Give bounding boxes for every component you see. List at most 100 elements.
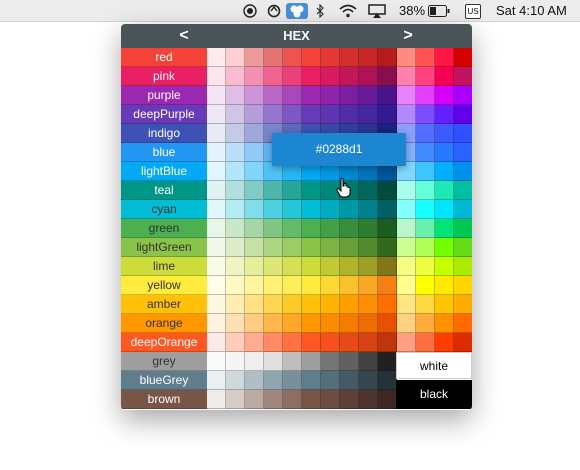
swatch-pink-8[interactable] [359,67,378,86]
swatch-lime-7[interactable] [340,257,359,276]
swatch-deepOrange-8[interactable] [359,333,378,352]
color-label-deepOrange[interactable]: deepOrange [121,333,207,352]
swatch-brown-0[interactable] [207,390,226,409]
swatch-purple-8[interactable] [359,86,378,105]
swatch-cyan-3[interactable] [264,200,283,219]
color-label-lime[interactable]: lime [121,257,207,276]
swatch-amber-5[interactable] [302,295,321,314]
swatch-teal-9[interactable] [378,181,397,200]
swatch-yellow-6[interactable] [321,276,340,295]
swatch-green-0[interactable] [207,219,226,238]
swatch-blueGrey-8[interactable] [359,371,378,390]
swatch-yellow-4[interactable] [283,276,302,295]
swatch-lightGreen-8[interactable] [359,238,378,257]
swatch-lightGreen-9[interactable] [378,238,397,257]
sync-icon[interactable] [266,3,282,19]
swatch-yellow-9[interactable] [378,276,397,295]
swatch-red-1[interactable] [226,48,245,67]
palette-app-icon[interactable] [286,3,308,19]
swatch-lime-13[interactable] [454,257,472,276]
color-label-yellow[interactable]: yellow [121,276,207,295]
swatch-grey-1[interactable] [226,352,245,371]
swatch-red-3[interactable] [264,48,283,67]
swatch-deepOrange-1[interactable] [226,333,245,352]
swatch-blue-11[interactable] [416,143,435,162]
swatch-green-3[interactable] [264,219,283,238]
color-label-deepPurple[interactable]: deepPurple [121,105,207,124]
swatch-brown-4[interactable] [283,390,302,409]
swatch-orange-0[interactable] [207,314,226,333]
swatch-grey-8[interactable] [359,352,378,371]
swatch-deepPurple-2[interactable] [245,105,264,124]
swatch-yellow-13[interactable] [454,276,472,295]
color-label-blue[interactable]: blue [121,143,207,162]
swatch-pink-13[interactable] [454,67,472,86]
swatch-green-13[interactable] [454,219,472,238]
swatch-amber-4[interactable] [283,295,302,314]
swatch-lime-9[interactable] [378,257,397,276]
swatch-grey-6[interactable] [321,352,340,371]
swatch-pink-0[interactable] [207,67,226,86]
swatch-deepPurple-3[interactable] [264,105,283,124]
swatch-amber-12[interactable] [435,295,454,314]
swatch-pink-11[interactable] [416,67,435,86]
swatch-amber-3[interactable] [264,295,283,314]
swatch-indigo-13[interactable] [454,124,472,143]
swatch-red-8[interactable] [359,48,378,67]
battery-icon[interactable] [427,3,451,19]
swatch-pink-3[interactable] [264,67,283,86]
swatch-yellow-0[interactable] [207,276,226,295]
swatch-deepOrange-7[interactable] [340,333,359,352]
swatch-teal-2[interactable] [245,181,264,200]
swatch-cyan-4[interactable] [283,200,302,219]
swatch-purple-9[interactable] [378,86,397,105]
swatch-purple-11[interactable] [416,86,435,105]
swatch-cyan-6[interactable] [321,200,340,219]
swatch-green-4[interactable] [283,219,302,238]
swatch-purple-6[interactable] [321,86,340,105]
next-format-button[interactable]: > [393,24,423,48]
swatch-orange-2[interactable] [245,314,264,333]
swatch-pink-6[interactable] [321,67,340,86]
swatch-amber-1[interactable] [226,295,245,314]
swatch-red-5[interactable] [302,48,321,67]
swatch-pink-10[interactable] [397,67,416,86]
swatch-yellow-5[interactable] [302,276,321,295]
swatch-lime-12[interactable] [435,257,454,276]
swatch-deepPurple-8[interactable] [359,105,378,124]
swatch-orange-10[interactable] [397,314,416,333]
swatch-yellow-12[interactable] [435,276,454,295]
swatch-lime-1[interactable] [226,257,245,276]
swatch-cyan-2[interactable] [245,200,264,219]
color-label-lightBlue[interactable]: lightBlue [121,162,207,181]
wifi-icon[interactable] [338,3,358,19]
swatch-pink-7[interactable] [340,67,359,86]
swatch-deepOrange-2[interactable] [245,333,264,352]
color-label-grey[interactable]: grey [121,352,207,371]
swatch-yellow-7[interactable] [340,276,359,295]
swatch-lightBlue-1[interactable] [226,162,245,181]
swatch-teal-5[interactable] [302,181,321,200]
swatch-blue-0[interactable] [207,143,226,162]
swatch-green-1[interactable] [226,219,245,238]
swatch-orange-11[interactable] [416,314,435,333]
swatch-blueGrey-3[interactable] [264,371,283,390]
swatch-amber-9[interactable] [378,295,397,314]
swatch-grey-5[interactable] [302,352,321,371]
swatch-deepPurple-7[interactable] [340,105,359,124]
swatch-lightGreen-5[interactable] [302,238,321,257]
prev-format-button[interactable]: < [169,24,199,48]
airplay-icon[interactable] [367,3,387,19]
color-label-lightGreen[interactable]: lightGreen [121,238,207,257]
swatch-lightGreen-7[interactable] [340,238,359,257]
swatch-green-10[interactable] [397,219,416,238]
swatch-teal-1[interactable] [226,181,245,200]
screen-record-icon[interactable] [242,3,258,19]
swatch-deepPurple-0[interactable] [207,105,226,124]
swatch-deepOrange-12[interactable] [435,333,454,352]
swatch-lime-8[interactable] [359,257,378,276]
swatch-green-2[interactable] [245,219,264,238]
swatch-lime-0[interactable] [207,257,226,276]
swatch-lightGreen-11[interactable] [416,238,435,257]
swatch-green-5[interactable] [302,219,321,238]
